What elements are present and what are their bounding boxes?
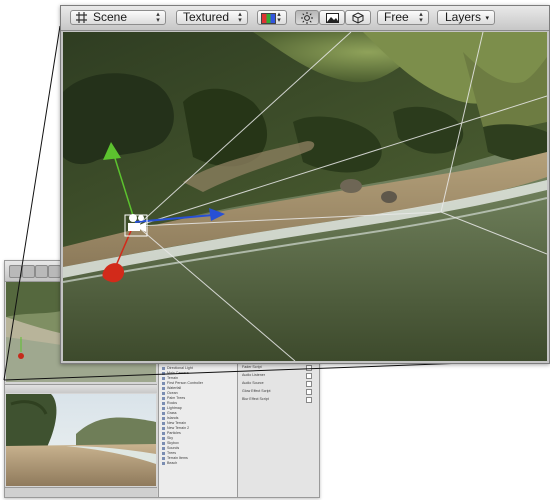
scene-viewport[interactable] <box>63 32 547 361</box>
color-mode-dropdown[interactable]: ▴ ▾ <box>257 10 287 25</box>
draw-mode-label: Scene <box>93 10 128 24</box>
cube-icon <box>352 12 364 27</box>
chevron-down-icon: ▾ <box>485 15 489 22</box>
chevron-updown-icon: ▴ ▾ <box>277 11 281 24</box>
chevron-updown-icon: ▴ ▾ <box>419 11 423 24</box>
audio-toggle[interactable] <box>345 10 371 25</box>
camera-mode-label: Free <box>384 10 409 24</box>
chevron-updown-icon: ▴ ▾ <box>156 11 160 24</box>
scene-toolbar: Scene ▴ ▾ Textured ▴ ▾ ▴ ▾ Free ▴ ▾ Laye… <box>61 6 549 31</box>
game-overlay-toggle[interactable] <box>319 10 345 25</box>
camera-mode-dropdown[interactable]: Free ▴ ▾ <box>377 10 429 25</box>
scene-lighting-toggle[interactable] <box>295 10 319 25</box>
image-icon <box>326 13 339 26</box>
color-swatch-icon <box>261 13 276 24</box>
draw-mode-dropdown[interactable]: Scene ▴ ▾ <box>70 10 166 25</box>
scene-view-panel: Scene ▴ ▾ Textured ▴ ▾ ▴ ▾ Free ▴ ▾ Laye… <box>60 5 550 364</box>
sun-icon <box>301 12 313 27</box>
layers-dropdown[interactable]: Layers ▾ <box>437 10 495 25</box>
render-mode-label: Textured <box>183 10 230 24</box>
render-mode-dropdown[interactable]: Textured ▴ ▾ <box>176 10 248 25</box>
grid-icon <box>76 12 87 23</box>
chevron-updown-icon: ▴ ▾ <box>238 11 242 24</box>
layers-label: Layers <box>445 10 482 24</box>
